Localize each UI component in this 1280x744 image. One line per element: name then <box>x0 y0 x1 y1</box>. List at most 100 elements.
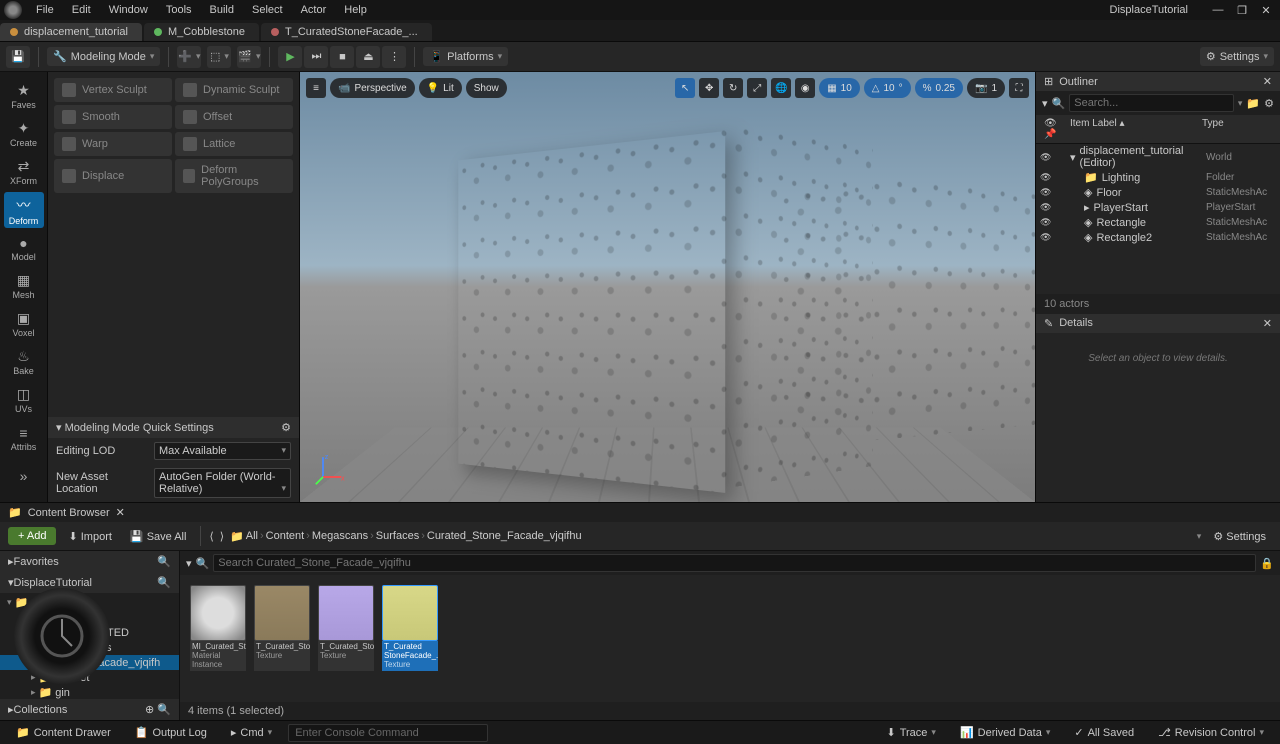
vp-angle-snap[interactable]: △ 10° <box>864 78 911 98</box>
sequence-button[interactable]: 🎬▾ <box>237 46 261 68</box>
play-button[interactable]: ▶ <box>278 46 302 68</box>
rail-deform[interactable]: 〰Deform <box>4 192 44 228</box>
tool-deform-polygroups[interactable]: Deform PolyGroups <box>175 159 293 193</box>
menu-edit[interactable]: Edit <box>64 2 99 18</box>
lod-dropdown[interactable]: Max Available ▾ <box>154 442 291 460</box>
outliner-row[interactable]: 👁 ◈ RectangleStaticMeshAc <box>1036 215 1280 230</box>
blueprint-button[interactable]: ⬚▾ <box>207 46 231 68</box>
axis-gizmo[interactable]: zx <box>314 450 350 486</box>
asset-item[interactable]: MI_Curated_Stone_Facade_...Material Inst… <box>190 585 246 692</box>
tool-dynamic-sculpt[interactable]: Dynamic Sculpt <box>175 78 293 102</box>
outliner-search[interactable] <box>1069 94 1234 112</box>
revision-control[interactable]: ⎇ Revision Control ▾ <box>1150 724 1272 741</box>
minimize-button[interactable]: — <box>1208 4 1228 17</box>
rail-mesh[interactable]: ▦Mesh <box>4 268 44 304</box>
outliner-row[interactable]: 👁 ◈ Rectangle2StaticMeshAc <box>1036 230 1280 245</box>
close-icon[interactable]: ✕ <box>1263 317 1272 330</box>
asset-loc-dropdown[interactable]: AutoGen Folder (World-Relative) ▾ <box>154 468 291 498</box>
asset-item[interactable]: T_Curated StoneFacade_...Texture <box>382 585 438 692</box>
close-button[interactable]: ✕ <box>1256 4 1276 17</box>
vp-perspective[interactable]: 📹 Perspective <box>330 78 415 98</box>
vp-camera-speed[interactable]: 📷 1 <box>967 78 1005 98</box>
vp-rotate-icon[interactable]: ↻ <box>723 78 743 98</box>
outliner-row[interactable]: 👁 📁 LightingFolder <box>1036 170 1280 185</box>
folder-row[interactable]: ▸📁 gin <box>0 685 179 699</box>
collections-header[interactable]: ▸ Collections⊕ 🔍 <box>0 699 179 720</box>
tab-material[interactable]: M_Cobblestone <box>144 23 259 41</box>
asset-item[interactable]: T_Curated_Stone_Facade_...Texture <box>254 585 310 692</box>
rail-uvs[interactable]: ◫UVs <box>4 382 44 418</box>
tool-lattice[interactable]: Lattice <box>175 132 293 156</box>
add-folder-icon[interactable]: 📁 <box>1246 97 1260 110</box>
rail-xform[interactable]: ⇄XForm <box>4 154 44 190</box>
viewport[interactable]: ≡ 📹 Perspective 💡 Lit Show ↖ ✥ ↻ ⤢ 🌐 ◉ ▦… <box>300 72 1035 502</box>
close-icon[interactable]: ✕ <box>116 506 125 519</box>
add-content-button[interactable]: ➕▾ <box>177 46 201 68</box>
lock-icon[interactable]: 🔒 <box>1260 557 1274 570</box>
quick-settings-header[interactable]: ▾ Modeling Mode Quick Settings ⚙ <box>48 417 299 438</box>
tool-warp[interactable]: Warp <box>54 132 172 156</box>
menu-help[interactable]: Help <box>336 2 375 18</box>
rail-faves[interactable]: ★Faves <box>4 78 44 114</box>
console-input[interactable]: Enter Console Command <box>288 724 488 742</box>
vp-translate-icon[interactable]: ✥ <box>699 78 719 98</box>
outliner-tree[interactable]: 👁 ▾ displacement_tutorial (Editor)World👁… <box>1036 144 1280 294</box>
derived-data-button[interactable]: 📊 Derived Data ▾ <box>952 724 1058 741</box>
search-icon[interactable]: 🔍 <box>157 555 171 568</box>
settings-dropdown[interactable]: ⚙ Settings ▾ <box>1200 47 1274 66</box>
save-status[interactable]: ✓ All Saved <box>1066 724 1142 741</box>
menu-file[interactable]: File <box>28 2 62 18</box>
content-browser-tab[interactable]: Content Browser <box>28 507 110 519</box>
menu-window[interactable]: Window <box>101 2 156 18</box>
vp-lit[interactable]: 💡 Lit <box>419 78 462 98</box>
menu-actor[interactable]: Actor <box>293 2 335 18</box>
add-button[interactable]: + Add <box>8 527 56 545</box>
close-icon[interactable]: ✕ <box>1263 75 1272 88</box>
search-icon[interactable]: 🔍 <box>157 576 171 589</box>
platforms-dropdown[interactable]: 📱 Platforms ▾ <box>423 47 508 66</box>
vp-world-icon[interactable]: 🌐 <box>771 78 791 98</box>
stop-button[interactable]: ■ <box>330 46 354 68</box>
outliner-row[interactable]: 👁 ▾ displacement_tutorial (Editor)World <box>1036 144 1280 170</box>
vp-show[interactable]: Show <box>466 78 507 98</box>
menu-tools[interactable]: Tools <box>158 2 200 18</box>
ue-logo-icon[interactable] <box>4 1 22 19</box>
nav-back-icon[interactable]: ⟨ <box>209 530 213 543</box>
details-tab[interactable]: ✎ Details ✕ <box>1036 314 1280 333</box>
col-type[interactable]: Type <box>1202 118 1272 140</box>
menu-select[interactable]: Select <box>244 2 291 18</box>
maximize-button[interactable]: ❐ <box>1232 4 1252 17</box>
eject-button[interactable]: ⏏ <box>356 46 380 68</box>
vp-scale-snap[interactable]: % 0.25 <box>915 78 963 98</box>
vp-scale-icon[interactable]: ⤢ <box>747 78 767 98</box>
cmd-dropdown[interactable]: ▸Cmd ▾ <box>223 724 280 741</box>
asset-item[interactable]: T_Curated_Stone_Facade_...Texture <box>318 585 374 692</box>
favorites-header[interactable]: ▸ Favorites🔍 <box>0 551 179 572</box>
save-button[interactable]: 💾 <box>6 46 30 68</box>
nav-fwd-icon[interactable]: ⟩ <box>220 530 224 543</box>
play-options[interactable]: ⋮ <box>382 46 406 68</box>
cb-settings[interactable]: ⚙ Settings <box>1207 527 1272 546</box>
save-all-button[interactable]: 💾 Save All <box>124 527 193 546</box>
trace-button[interactable]: ⬇Trace ▾ <box>878 724 943 741</box>
menu-build[interactable]: Build <box>202 2 242 18</box>
vp-select-icon[interactable]: ↖ <box>675 78 695 98</box>
rail-more[interactable]: » <box>4 458 44 494</box>
outliner-row[interactable]: 👁 ◈ FloorStaticMeshAc <box>1036 185 1280 200</box>
mode-dropdown[interactable]: 🔧 Modeling Mode ▾ <box>47 47 160 66</box>
asset-grid[interactable]: MI_Curated_Stone_Facade_...Material Inst… <box>180 575 1280 702</box>
gear-icon[interactable]: ⚙ <box>1264 97 1274 110</box>
tab-level[interactable]: displacement_tutorial <box>0 23 142 41</box>
output-log-button[interactable]: 📋 Output Log <box>127 724 215 741</box>
tool-smooth[interactable]: Smooth <box>54 105 172 129</box>
rail-bake[interactable]: ♨Bake <box>4 344 44 380</box>
vp-grid-snap[interactable]: ▦ 10 <box>819 78 860 98</box>
gear-icon[interactable]: ⚙ <box>281 421 291 434</box>
vp-surface-icon[interactable]: ◉ <box>795 78 815 98</box>
rail-voxel[interactable]: ▣Voxel <box>4 306 44 342</box>
vp-maximize-icon[interactable]: ⛶ <box>1009 78 1029 98</box>
tool-offset[interactable]: Offset <box>175 105 293 129</box>
rail-model[interactable]: ●Model <box>4 230 44 266</box>
tool-vertex-sculpt[interactable]: Vertex Sculpt <box>54 78 172 102</box>
rail-create[interactable]: ✦Create <box>4 116 44 152</box>
